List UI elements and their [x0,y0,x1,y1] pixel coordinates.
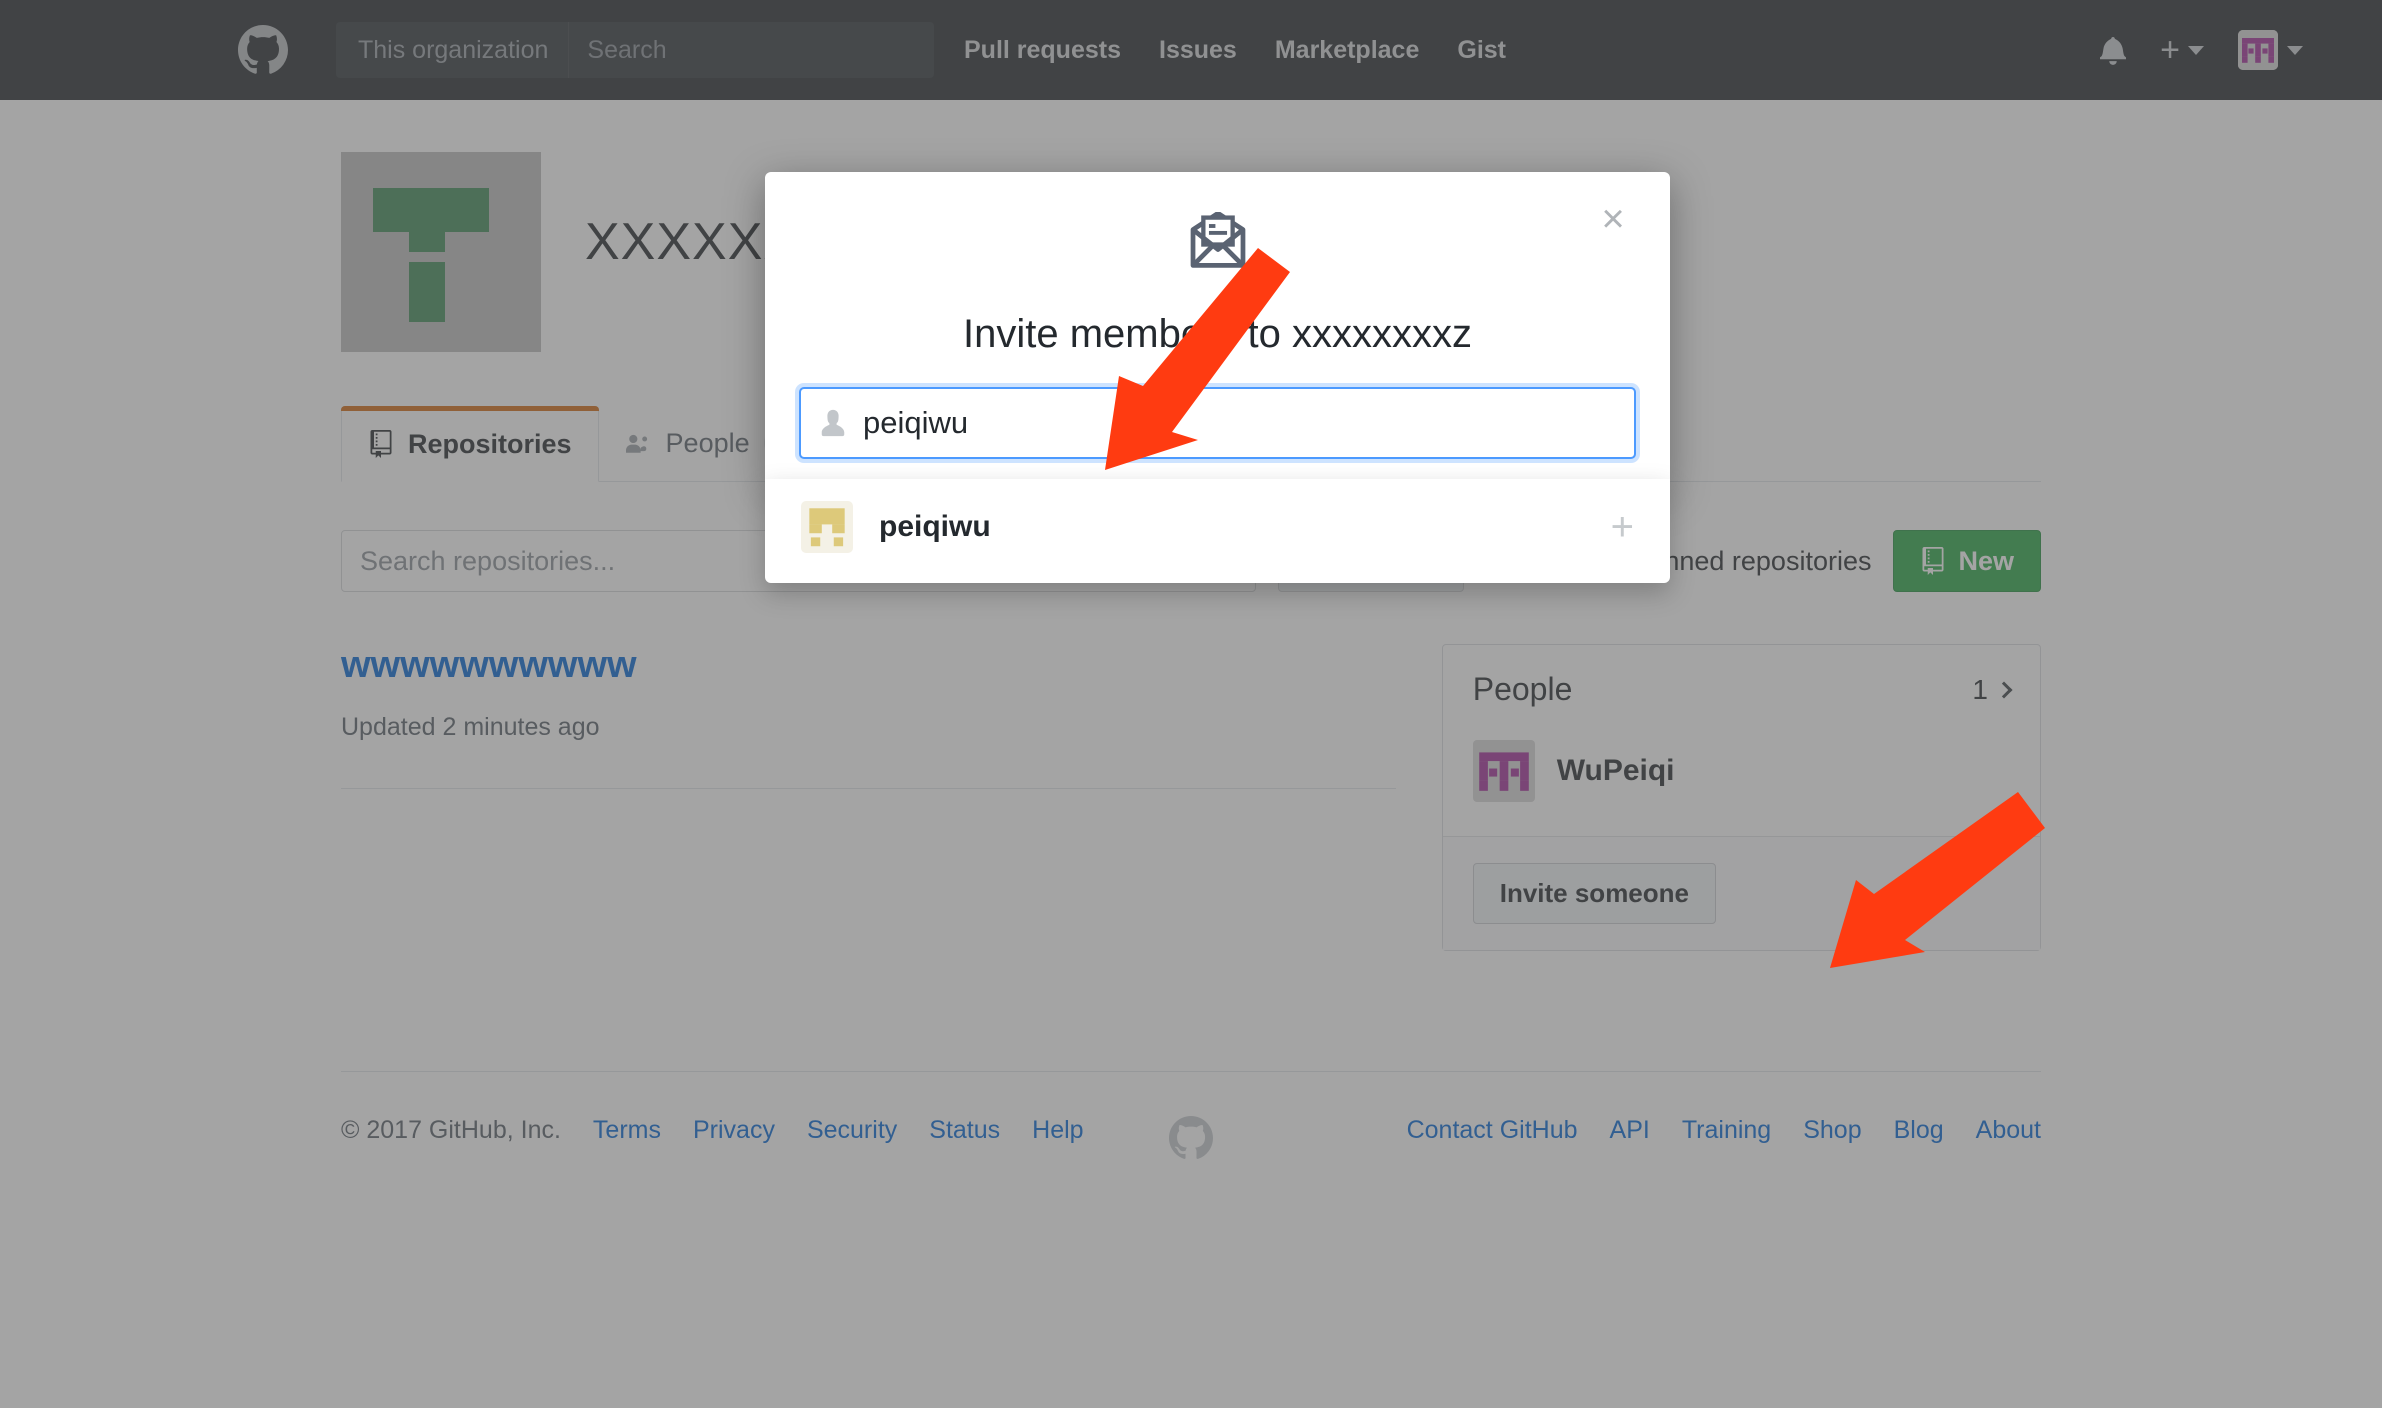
plus-icon[interactable]: + [1611,512,1634,542]
invite-field-wrap: peiqiwu + [799,387,1636,459]
invite-members-dialog: × Invite members to xxxxxxxxz [765,172,1670,487]
dialog-title: Invite members to xxxxxxxxz [765,312,1670,357]
invite-suggestion-item[interactable]: peiqiwu + [765,485,1670,569]
open-envelope-icon [1187,212,1249,268]
close-icon[interactable]: × [1590,196,1636,242]
page-root: This organization Pull requests Issues M… [0,0,2382,1408]
avatar [801,501,853,553]
invite-suggestions-panel: peiqiwu + [765,479,1670,583]
invite-username-input[interactable] [863,405,1616,441]
invite-username-field[interactable] [799,387,1636,459]
dialog-icon-wrap [765,172,1670,268]
person-icon [819,408,847,438]
invite-suggestion-name: peiqiwu [879,510,991,544]
